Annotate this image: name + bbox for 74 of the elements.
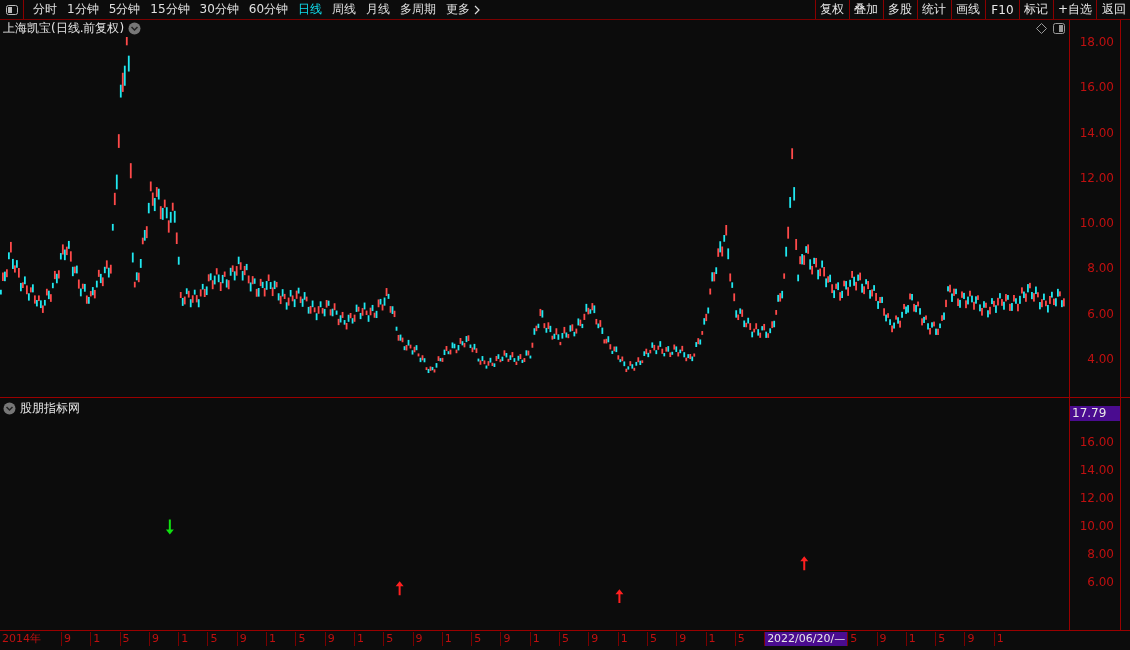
time-axis-label: 1 [905, 631, 936, 646]
dropdown-icon[interactable] [128, 22, 142, 35]
period-tab[interactable]: 60分钟 [243, 1, 294, 18]
chevron-right-icon [474, 4, 481, 15]
period-tab[interactable]: 15分钟 [145, 1, 195, 18]
panel-icon[interactable] [1053, 23, 1065, 34]
indicator-axis-label: 8.00 [1086, 547, 1115, 563]
toolbar-button[interactable]: F10 [984, 0, 1019, 19]
toolbar-button[interactable]: 标记 [1018, 0, 1053, 19]
indicator-axis-label: 6.00 [1086, 575, 1115, 591]
period-tab[interactable]: 日线 [293, 1, 328, 18]
more-menu[interactable]: 更多 [441, 1, 486, 18]
price-axis-label: 16.00 [1078, 80, 1115, 97]
dropdown-icon[interactable] [3, 402, 16, 415]
time-axis-label: 5 [559, 631, 589, 646]
time-axis-label: 5 [471, 631, 501, 646]
time-axis-label: 9 [236, 631, 267, 646]
indicator-axis-label: 16.00 [1078, 435, 1115, 451]
period-tab[interactable]: 多周期 [395, 1, 442, 18]
price-axis-label: 4.00 [1086, 351, 1115, 368]
time-axis-label: 2014年 [1, 631, 42, 646]
time-axis-label: 9 [61, 631, 91, 646]
time-axis-label: 1 [90, 631, 120, 646]
time-axis-label: 9 [412, 631, 442, 646]
time-axis-label: 9 [500, 631, 530, 646]
time-axis-label: 1 [441, 631, 472, 646]
time-axis-label: 5 [935, 631, 965, 646]
period-tab[interactable]: 分时 [28, 1, 62, 18]
time-axis-label: 1 [529, 631, 560, 646]
chart-title: 上海凯宝(日线.前复权) [3, 20, 125, 37]
price-axis-label: 6.00 [1086, 306, 1115, 323]
diamond-icon[interactable] [1036, 23, 1047, 34]
time-axis-label: 9 [148, 631, 179, 646]
time-axis-label: 9 [588, 631, 618, 646]
time-axis-label: 9 [964, 631, 994, 646]
time-axis-label: 5 [646, 631, 677, 646]
time-axis-label: 1 [705, 631, 735, 646]
time-axis-label: 9 [876, 631, 906, 646]
toolbar-button[interactable]: 画线 [950, 0, 985, 19]
time-axis-label: 5 [119, 631, 149, 646]
time-axis-label: 5 [847, 631, 877, 646]
period-tab[interactable]: 30分钟 [194, 1, 244, 18]
period-tab[interactable]: 月线 [361, 1, 396, 18]
toolbar-button[interactable]: +自选 [1052, 0, 1096, 19]
price-axis-label: 14.00 [1078, 125, 1115, 142]
toolbar-button[interactable]: 统计 [916, 0, 951, 19]
indicator-axis-label: 12.00 [1078, 491, 1115, 507]
time-axis-label: 9 [324, 631, 354, 646]
current-value-label: 17.79 [1070, 406, 1120, 421]
price-axis-label: 10.00 [1078, 216, 1115, 232]
period-tab[interactable]: 5分钟 [103, 1, 146, 18]
time-axis-label: 1 [353, 631, 384, 646]
time-axis-label: 1 [993, 631, 1023, 646]
price-axis-label: 12.00 [1078, 170, 1115, 187]
toolbar-button[interactable]: 复权 [814, 0, 849, 19]
time-axis-label: 5 [383, 631, 413, 646]
time-axis-label: 2022/06/20/— [764, 631, 848, 646]
indicator-axis-label: 14.00 [1078, 463, 1115, 479]
period-tab[interactable]: 周线 [327, 1, 362, 18]
time-axis-label: 5 [295, 631, 325, 646]
price-axis-label: 8.00 [1086, 261, 1115, 278]
toolbar-button[interactable]: 多股 [882, 0, 917, 19]
indicator-axis-label: 10.00 [1078, 519, 1115, 535]
toolbar-button[interactable]: 叠加 [848, 0, 883, 19]
time-axis-label: 1 [617, 631, 647, 646]
indicator-title: 股朋指标网 [20, 400, 80, 417]
time-axis-label: 1 [266, 631, 296, 646]
time-axis-label: 5 [207, 631, 237, 646]
time-axis-label: 1 [178, 631, 208, 646]
toolbar-button[interactable]: 返回 [1096, 0, 1130, 19]
time-axis-label: 9 [676, 631, 706, 646]
price-axis-label: 18.00 [1078, 35, 1115, 51]
panel-icon [5, 4, 18, 15]
period-tab[interactable]: 1分钟 [62, 1, 104, 18]
